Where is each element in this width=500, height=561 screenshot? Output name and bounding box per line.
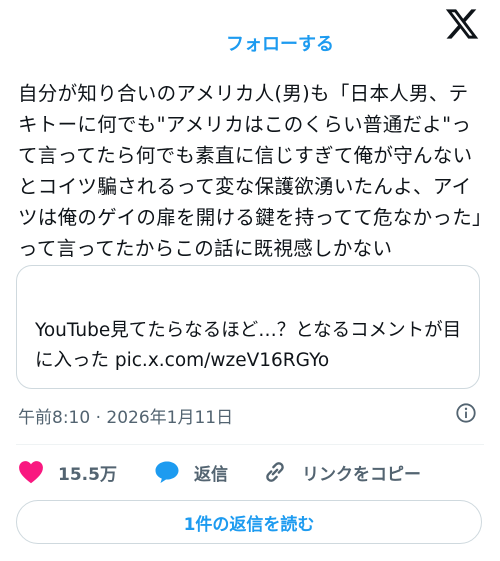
divider <box>16 444 484 445</box>
quoted-post-card[interactable]: YouTube見てたらなるほど…？となるコメントが目に入った pic.x.com… <box>16 265 480 389</box>
heart-icon <box>19 461 43 484</box>
speech-bubble-icon <box>155 461 179 483</box>
quoted-post-text: YouTube見てたらなるほど…？となるコメントが目に入った pic.x.com… <box>35 320 462 371</box>
post-timestamp[interactable]: 午前8:10 · 2026年1月11日 <box>18 403 233 428</box>
reply-label: 返信 <box>194 464 228 485</box>
reply-button[interactable]: 返信 <box>154 455 228 489</box>
copy-link-label: リンクをコピー <box>302 464 421 485</box>
info-icon[interactable] <box>455 402 477 424</box>
read-replies-button[interactable]: 1件の返信を読む <box>16 500 482 544</box>
like-button[interactable]: 15.5万 <box>18 455 117 489</box>
like-count: 15.5万 <box>58 464 117 485</box>
tweet-text: 自分が知り合いのアメリカ人(男)も「日本人男、テキトーに何でも"アメリカはこのく… <box>18 82 483 260</box>
follow-button[interactable]: フォローする <box>0 30 500 56</box>
copy-link-button[interactable]: リンクをコピー <box>262 455 421 489</box>
link-icon <box>266 462 284 482</box>
action-bar: 15.5万 返信 リンクをコピー <box>18 455 488 489</box>
